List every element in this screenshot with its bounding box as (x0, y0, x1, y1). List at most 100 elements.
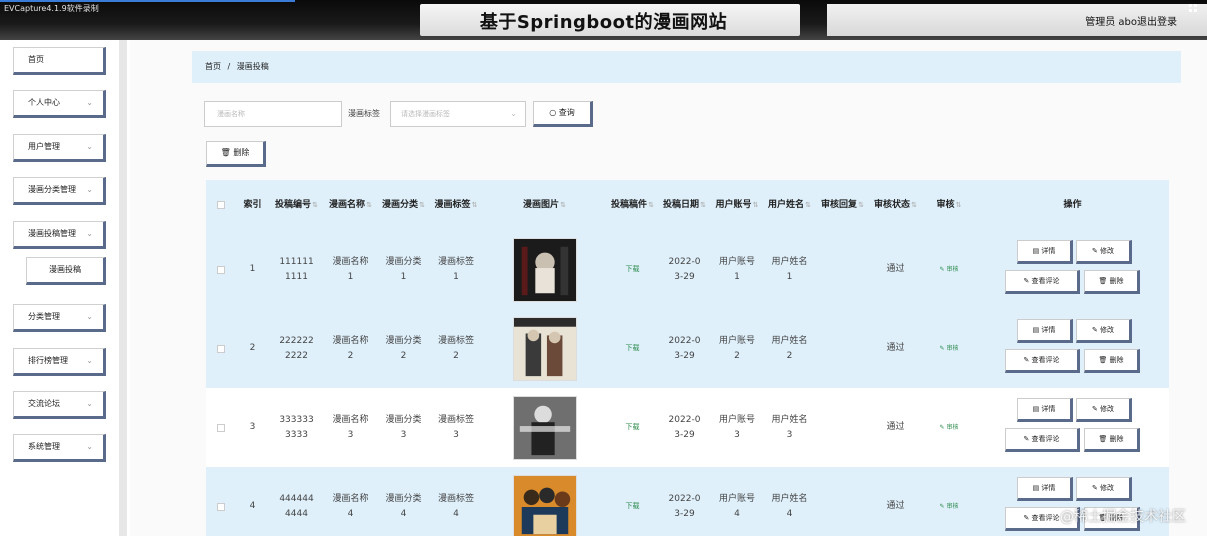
sort-icon[interactable]: ⇅ (911, 198, 917, 213)
detail-button[interactable]: ▤ 详情 (1017, 240, 1073, 264)
sort-icon[interactable]: ⇅ (472, 198, 478, 213)
row-checkbox[interactable] (217, 344, 225, 353)
detail-button[interactable]: ▤ 详情 (1017, 477, 1073, 501)
sort-icon[interactable]: ⇅ (805, 198, 811, 213)
breadcrumb: 首页 / 漫画投稿 (192, 51, 1181, 83)
sidebar-item-comic-category[interactable]: 漫画分类管理 ⌄ (13, 177, 106, 205)
sidebar-item-label: 漫画投稿 (49, 265, 81, 274)
logout-link[interactable]: 退出登录 (1137, 13, 1177, 28)
cell-account: 用户账号2 (719, 335, 756, 361)
view-comments-button[interactable]: ✎ 查看评论 (1005, 428, 1080, 452)
sidebar-item-profile[interactable]: 个人中心 ⌄ (13, 90, 106, 118)
header-index[interactable]: 索引 (236, 180, 269, 230)
trash-icon: 🗑 (1098, 356, 1108, 364)
sidebar-item-submission[interactable]: 漫画投稿 (26, 257, 106, 285)
sidebar-item-forum[interactable]: 交流论坛 ⌄ (13, 391, 106, 419)
header-status[interactable]: 审核状态 ⇅ (869, 180, 922, 230)
sort-icon[interactable]: ⇅ (560, 198, 566, 213)
query-button[interactable]: ○ 查询 (533, 101, 593, 127)
delete-button[interactable]: 🗑 删除 (1084, 428, 1140, 452)
pencil-icon: ✎ (1091, 484, 1098, 492)
edit-button[interactable]: ✎ 修改 (1076, 477, 1132, 501)
header-account[interactable]: 用户账号 ⇅ (711, 180, 763, 230)
header-audit[interactable]: 审核 ⇅ (922, 180, 976, 230)
cell-manuscript: 下载 (607, 388, 658, 467)
menu-grid-icon[interactable] (1189, 4, 1199, 14)
sort-icon[interactable]: ⇅ (366, 198, 372, 213)
cell-comic-name: 漫画名称2 (332, 335, 369, 361)
cell-comic-category: 漫画分类1 (385, 256, 422, 282)
table-row: 3 3333333333 漫画名称3 漫画分类3 漫画标签3 下载 2022-0… (206, 388, 1169, 467)
sort-icon[interactable]: ⇅ (419, 198, 425, 213)
edit-button-label: 修改 (1100, 405, 1115, 413)
chevron-down-icon: ⌄ (510, 109, 517, 118)
comic-name-search-input[interactable]: 漫画名称 (204, 101, 342, 127)
sort-icon[interactable]: ⇅ (700, 198, 706, 213)
sort-icon[interactable]: ⇅ (858, 198, 864, 213)
breadcrumb-home[interactable]: 首页 (205, 62, 221, 71)
delete-button[interactable]: 🗑 删除 (1084, 270, 1140, 294)
select-all-checkbox[interactable] (217, 201, 225, 209)
sidebar-item-ranking[interactable]: 排行榜管理 ⌄ (13, 348, 106, 376)
detail-button[interactable]: ▤ 详情 (1017, 398, 1073, 422)
sidebar-item-category-mgmt[interactable]: 分类管理 ⌄ (13, 304, 106, 332)
detail-button[interactable]: ▤ 详情 (1017, 319, 1073, 343)
header-date[interactable]: 投稿日期 ⇅ (658, 180, 711, 230)
batch-delete-button[interactable]: 🗑 删除 (206, 141, 266, 167)
header-username[interactable]: 用户姓名 ⇅ (763, 180, 816, 230)
cell-manuscript: 下载 (607, 467, 658, 536)
header-comic-image[interactable]: 漫画图片 ⇅ (482, 180, 607, 230)
comic-cover-image (512, 395, 577, 460)
download-link[interactable]: 下载 (626, 262, 640, 277)
header-select-all[interactable] (206, 180, 236, 230)
sidebar-scrollbar[interactable] (119, 40, 127, 536)
edit-button[interactable]: ✎ 修改 (1076, 240, 1132, 264)
sort-icon[interactable]: ⇅ (956, 198, 962, 213)
delete-button[interactable]: 🗑 删除 (1084, 349, 1140, 373)
header-comic-category[interactable]: 漫画分类 ⇅ (377, 180, 430, 230)
comic-cover-image (512, 237, 577, 302)
doc-icon: ▤ (1032, 484, 1040, 492)
sidebar-item-submission-mgmt[interactable]: 漫画投稿管理 ⌄ (13, 221, 106, 249)
cell-reply (816, 230, 869, 309)
cell-reply (816, 309, 869, 388)
cell-index: 3 (249, 422, 256, 432)
view-comments-button[interactable]: ✎ 查看评论 (1005, 270, 1080, 294)
row-checkbox[interactable] (217, 265, 225, 274)
download-link[interactable]: 下载 (626, 420, 640, 435)
view-comments-button[interactable]: ✎ 查看评论 (1005, 349, 1080, 373)
header-submission-no[interactable]: 投稿编号 ⇅ (269, 180, 324, 230)
tag-filter-select[interactable]: 请选择漫画标签 ⌄ (390, 101, 526, 127)
download-link[interactable]: 下载 (626, 499, 640, 514)
header-comic-tag[interactable]: 漫画标签 ⇅ (430, 180, 482, 230)
audit-link[interactable]: ✎ 审核 (940, 262, 959, 277)
pencil-icon: ✎ (939, 503, 945, 510)
audit-link[interactable]: ✎ 审核 (940, 499, 959, 514)
header-account-label: 用户账号 (715, 199, 752, 210)
sort-icon[interactable]: ⇅ (648, 198, 654, 213)
sort-icon[interactable]: ⇅ (312, 198, 318, 213)
row-checkbox[interactable] (217, 423, 225, 432)
tag-filter-label: 漫画标签 (348, 109, 380, 118)
header-reply[interactable]: 审核回复 ⇅ (816, 180, 869, 230)
header-audit-label: 审核 (936, 199, 955, 210)
edit-button[interactable]: ✎ 修改 (1076, 319, 1132, 343)
header-manuscript[interactable]: 投稿稿件 ⇅ (607, 180, 658, 230)
sidebar-item-home[interactable]: 首页 (13, 47, 106, 75)
edit-button[interactable]: ✎ 修改 (1076, 398, 1132, 422)
cell-audit: ✎ 审核 (922, 388, 976, 467)
edit-button-label: 修改 (1100, 326, 1115, 334)
download-link[interactable]: 下载 (626, 341, 640, 356)
header-comic-name[interactable]: 漫画名称 ⇅ (324, 180, 377, 230)
detail-button-label: 详情 (1041, 484, 1056, 492)
row-checkbox[interactable] (217, 502, 225, 511)
sidebar-item-users[interactable]: 用户管理 ⌄ (13, 134, 106, 162)
user-label: 管理员 abo (1085, 17, 1137, 28)
pencil-icon: ✎ (1023, 435, 1030, 443)
cell-status: 通过 (886, 501, 905, 511)
sort-icon[interactable]: ⇅ (753, 198, 759, 213)
audit-link[interactable]: ✎ 审核 (940, 420, 959, 435)
sidebar-item-system[interactable]: 系统管理 ⌄ (13, 434, 106, 462)
audit-link[interactable]: ✎ 审核 (940, 341, 959, 356)
sidebar-item-label: 个人中心 (28, 98, 60, 107)
